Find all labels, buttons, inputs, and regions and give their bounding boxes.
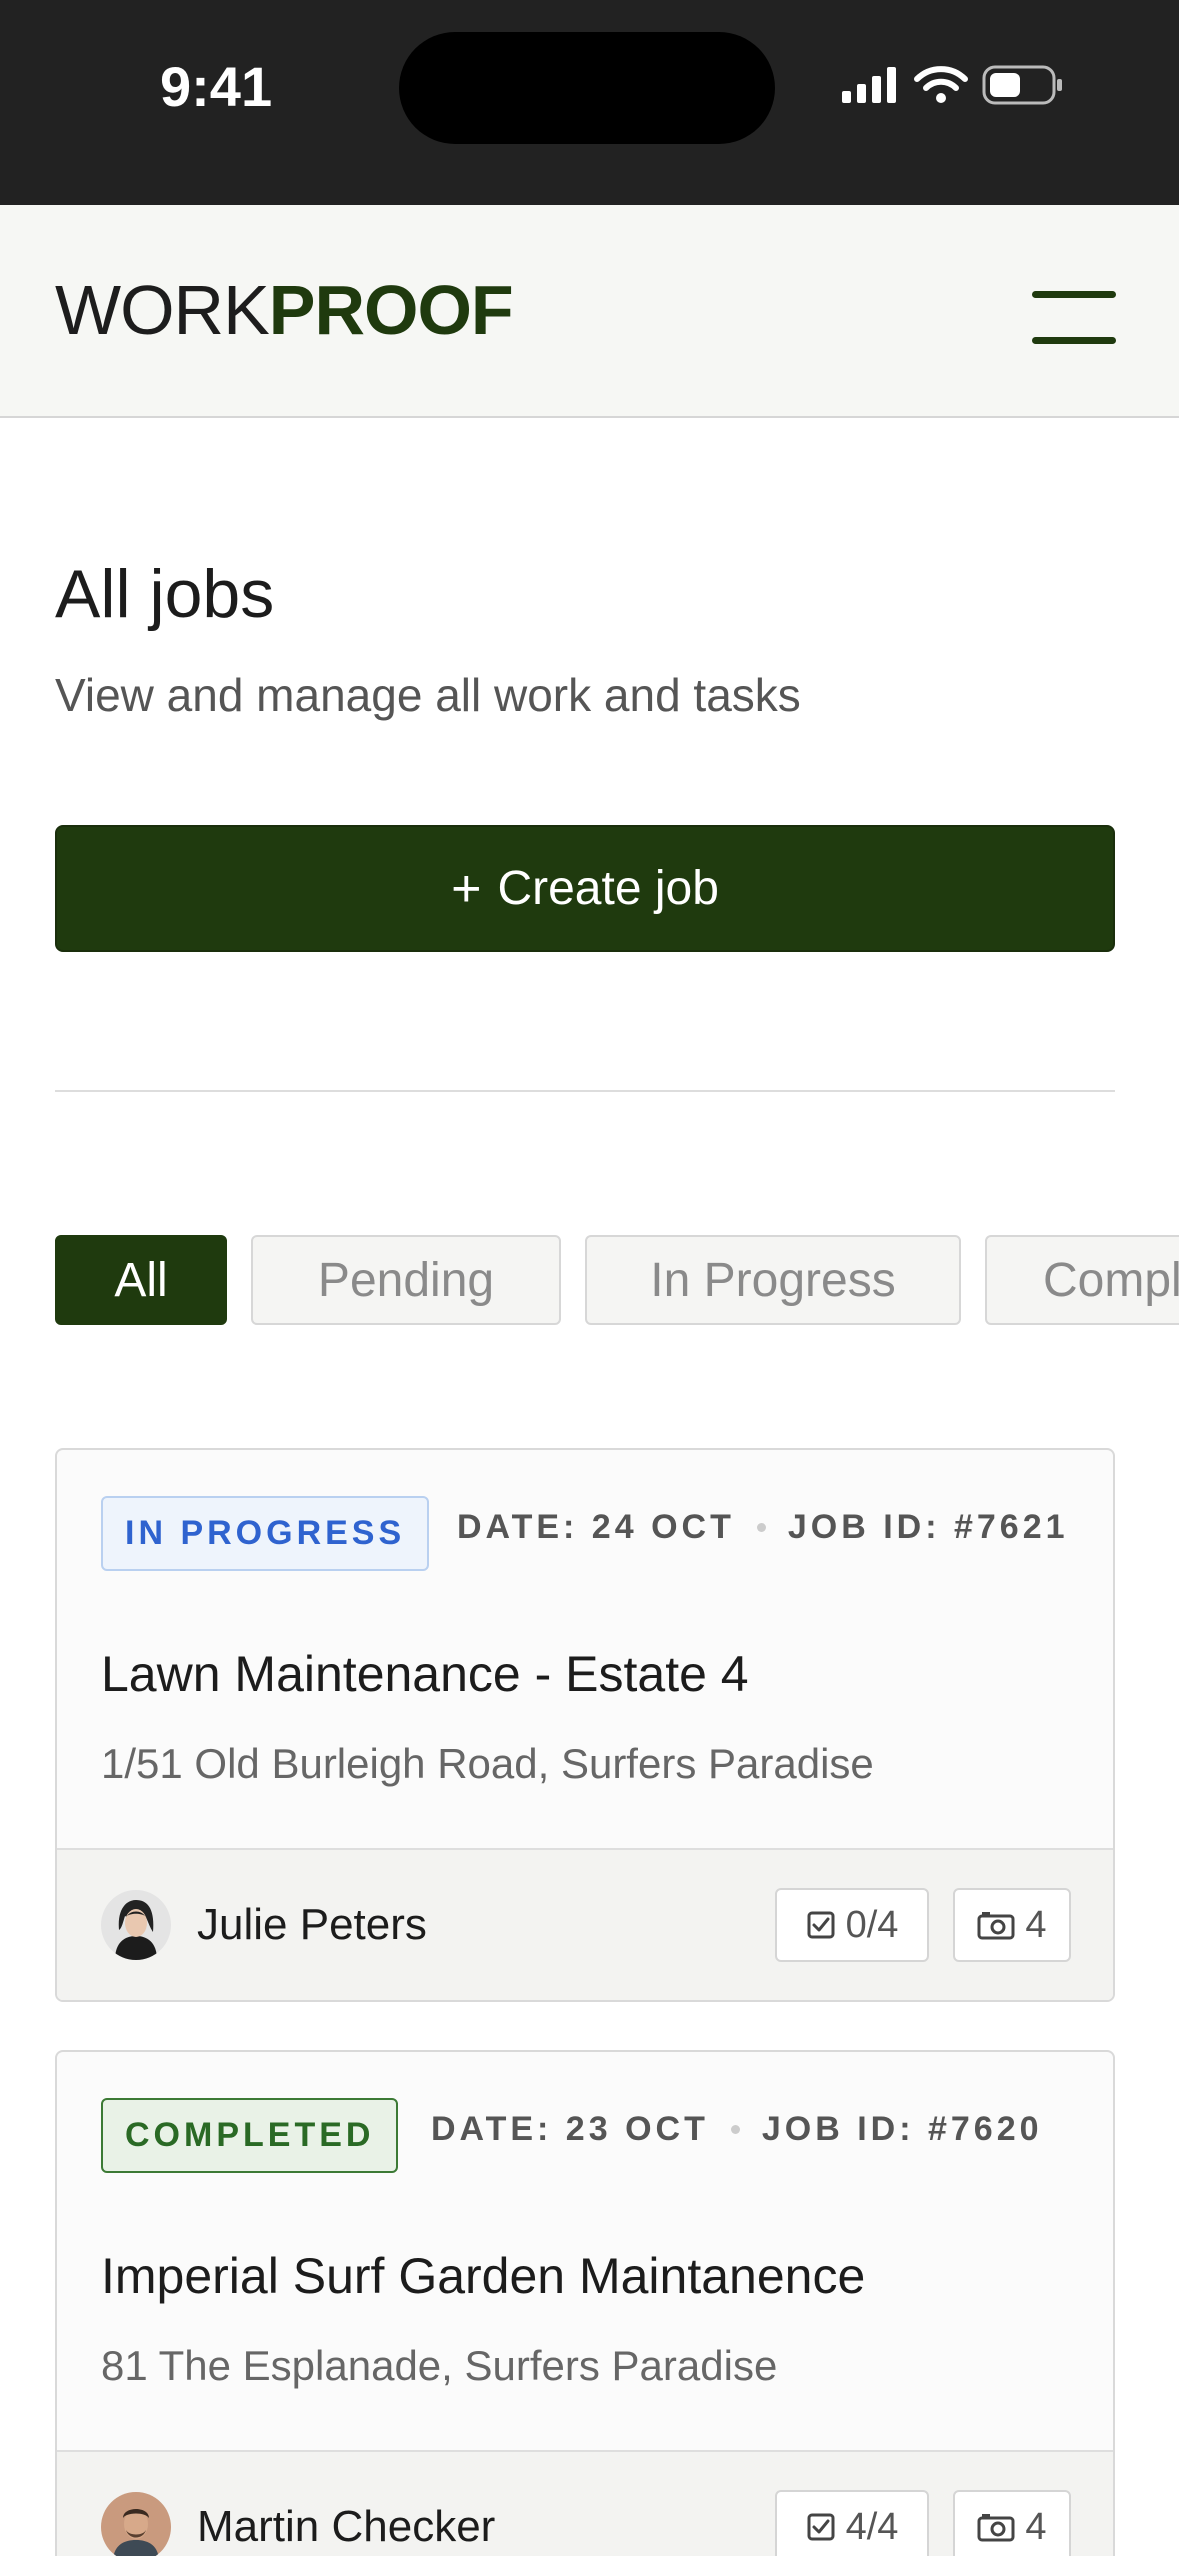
status-time: 9:41 [160,55,273,118]
create-job-button[interactable]: + Create job [55,825,1115,952]
app-header: WORKPROOF [0,205,1179,418]
assignee-name: Julie Peters [197,1900,427,1949]
status-bar: 9:41 [0,0,1179,205]
card-footer: Julie Peters 0/4 4 [57,1848,1113,2000]
checkbox-icon [807,2513,835,2541]
tab-completed[interactable]: Completed [985,1235,1179,1325]
job-meta: DATE: 24 OCT JOB ID: #7621 [457,1508,1069,1547]
wifi-icon [914,66,968,103]
avatar [101,1890,171,1960]
tab-all-label: All [114,1253,168,1307]
divider [55,1090,1115,1092]
battery-icon [982,65,1062,105]
camera-icon [977,1912,1015,1940]
tab-all[interactable]: All [55,1235,227,1325]
tasks-chip: 4/4 [775,2490,929,2556]
menu-bar-bottom [1032,337,1116,344]
job-date: DATE: 24 OCT [457,1508,735,1546]
tab-pending-label: Pending [317,1253,495,1307]
create-job-label: Create job [497,862,719,915]
job-meta: DATE: 23 OCT JOB ID: #7620 [431,2110,1043,2149]
status-icons [840,60,1064,110]
page-subtitle: View and manage all work and tasks [55,669,801,721]
logo[interactable]: WORKPROOF [55,275,514,345]
filter-tabs: All Pending In Progress Completed [55,1235,1179,1325]
photos-chip: 4 [953,1888,1071,1962]
menu-bar-top [1032,291,1116,298]
tab-pending[interactable]: Pending [251,1235,561,1325]
job-address: 1/51 Old Burleigh Road, Surfers Paradise [101,1740,874,1787]
assignee-name: Martin Checker [197,2502,496,2551]
checkbox-icon [807,1911,835,1939]
separator-dot [730,2125,740,2134]
status-badge: IN PROGRESS [101,1496,430,1571]
photos-count: 4 [1025,1903,1047,1946]
tasks-count: 4/4 [845,2505,899,2548]
signal-icon [842,67,896,103]
tab-in-progress-label: In Progress [650,1253,896,1307]
plus-icon: + [451,859,482,918]
status-badge: COMPLETED [101,2098,399,2173]
tab-in-progress[interactable]: In Progress [585,1235,961,1325]
photos-chip: 4 [953,2490,1071,2556]
logo-bold: PROOF [268,271,514,349]
menu-button[interactable] [1032,285,1116,345]
tab-completed-label: Completed [1043,1253,1179,1307]
page-title: All jobs [55,556,275,632]
card-footer: Martin Checker 4/4 4 [57,2450,1113,2556]
job-id: JOB ID: #7621 [787,1508,1069,1546]
dynamic-island [399,32,775,144]
job-card[interactable]: COMPLETED DATE: 23 OCT JOB ID: #7620 Imp… [55,2050,1115,2556]
job-card[interactable]: IN PROGRESS DATE: 24 OCT JOB ID: #7621 L… [55,1448,1115,2002]
job-address: 81 The Esplanade, Surfers Paradise [101,2342,778,2389]
tasks-count: 0/4 [845,1903,899,1946]
tasks-chip: 0/4 [775,1888,929,1962]
job-date: DATE: 23 OCT [431,2110,709,2148]
camera-icon [977,2514,1015,2542]
separator-dot [756,1523,766,1532]
job-title: Lawn Maintenance - Estate 4 [101,1646,749,1702]
job-id: JOB ID: #7620 [761,2110,1043,2148]
avatar [101,2492,171,2556]
logo-light: WORK [55,271,270,349]
job-title: Imperial Surf Garden Maintanence [101,2248,866,2304]
photos-count: 4 [1025,2505,1047,2548]
